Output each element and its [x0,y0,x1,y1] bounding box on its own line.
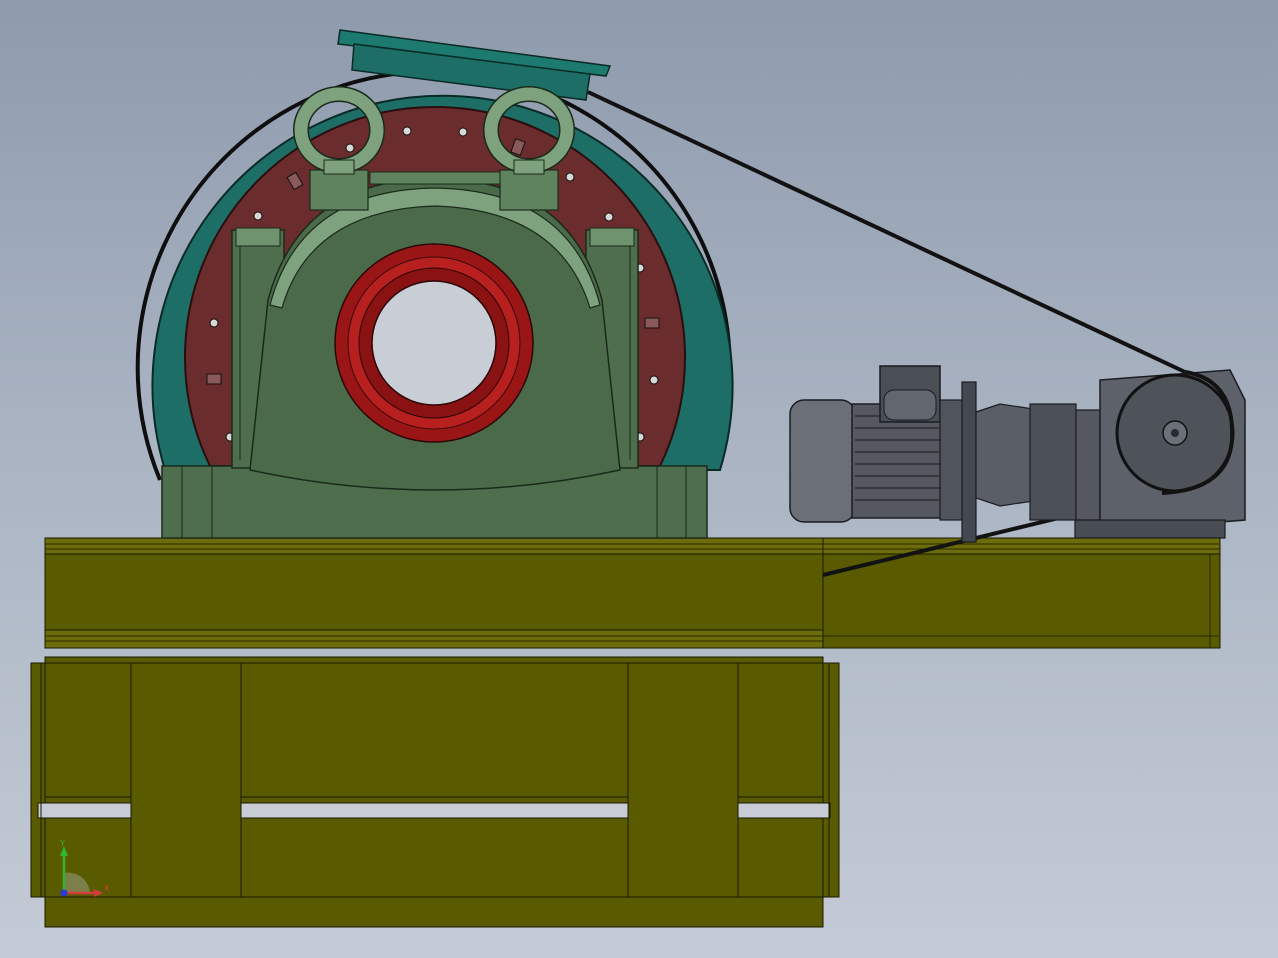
bearing-ring[interactable] [334,243,534,443]
frame-leg-right [627,662,739,898]
cad-viewport[interactable]: Y X [0,0,1278,958]
triad-origin [60,889,68,897]
upper-beam[interactable] [44,537,1221,649]
y-axis-label: Y [59,839,65,848]
x-axis-label: X [104,884,110,893]
lower-base-frame[interactable] [30,656,840,928]
frame-leg-left [130,662,242,898]
shaft-bore [371,280,497,406]
drive-motor[interactable] [789,365,1246,543]
feed-chute[interactable] [337,29,612,101]
mill-assembly-drawing[interactable]: Y X [0,0,1278,958]
